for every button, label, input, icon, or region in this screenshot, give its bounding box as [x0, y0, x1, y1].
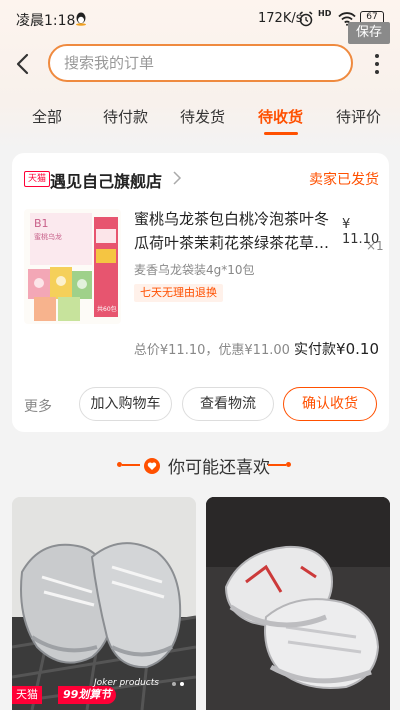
- return-policy-tag: 七天无理由退换: [134, 284, 223, 302]
- decor-dot-right: [286, 462, 291, 467]
- actual-paid-label: 实付款: [294, 342, 337, 358]
- tmall-tag: 天猫: [12, 686, 42, 704]
- decor-line-left: [122, 464, 140, 466]
- recommendations-header: 你可能还喜欢: [0, 450, 400, 480]
- total-label: 总价: [133, 343, 160, 358]
- confirm-receipt-button[interactable]: 确认收货: [283, 387, 377, 421]
- qq-penguin-icon: [76, 12, 86, 26]
- tab-all[interactable]: 全部: [32, 106, 62, 127]
- discount-label: ，优惠: [205, 343, 245, 358]
- heart-icon: [144, 458, 160, 474]
- total-value: ¥11.10: [159, 343, 206, 358]
- thumb-text: 蜜桃乌龙: [34, 232, 62, 241]
- more-actions-link[interactable]: 更多: [24, 396, 52, 416]
- recommendations-title: 你可能还喜欢: [168, 458, 270, 478]
- tab-pending-shipment[interactable]: 待发货: [180, 106, 225, 127]
- tmall-badge: 天猫: [24, 171, 50, 187]
- product-quantity: ×1: [366, 239, 384, 253]
- chevron-right-icon[interactable]: [172, 171, 182, 185]
- view-logistics-button[interactable]: 查看物流: [182, 387, 274, 421]
- pager-dot-active: [180, 682, 184, 686]
- pager-dot: [172, 682, 176, 686]
- order-search-box[interactable]: [48, 44, 353, 82]
- store-name[interactable]: 遇见自己旗舰店: [50, 168, 162, 192]
- status-bar: 凌晨1:18 172K/s HD 67: [0, 0, 400, 40]
- discount-value: ¥11.00: [244, 343, 290, 358]
- sneaker-product-image: [206, 497, 390, 710]
- order-search-input[interactable]: [50, 46, 351, 80]
- order-status: 卖家已发货: [309, 172, 379, 188]
- tab-pending-payment[interactable]: 待付款: [103, 106, 148, 127]
- hd-indicator: HD: [318, 9, 332, 18]
- network-speed: 172K/s: [258, 11, 303, 26]
- product-sku: 麦香乌龙袋装4g*10包: [134, 263, 255, 277]
- recommended-product-card[interactable]: [206, 497, 390, 710]
- recommended-product-card[interactable]: 天猫 99划算节 Joker products: [12, 497, 196, 710]
- product-title[interactable]: 蜜桃乌龙茶包白桃冷泡茶叶冬瓜荷叶茶茉莉花茶绿茶花草…: [134, 207, 334, 255]
- tab-pending-review[interactable]: 待评价: [336, 106, 381, 127]
- back-arrow-icon[interactable]: [12, 52, 34, 76]
- thumb-label: B1: [34, 217, 49, 230]
- decor-line-right: [268, 464, 286, 466]
- alarm-icon: [299, 11, 313, 27]
- thumb-badge: 共60包: [97, 305, 117, 313]
- more-vertical-icon[interactable]: [368, 52, 386, 76]
- order-summary: 总价¥11.10，优惠¥11.00 实付款¥0.10: [134, 339, 379, 359]
- promo-tag: 99划算节: [58, 686, 117, 704]
- tab-pending-receipt[interactable]: 待收货: [258, 106, 303, 127]
- actual-paid-value: ¥0.10: [336, 340, 379, 358]
- brand-watermark: Joker products: [94, 678, 159, 688]
- active-tab-indicator: [264, 132, 298, 135]
- order-status-tabs: 全部 待付款 待发货 待收货 待评价: [0, 102, 400, 136]
- add-to-cart-button[interactable]: 加入购物车: [79, 387, 172, 421]
- order-card[interactable]: 天猫 遇见自己旗舰店 卖家已发货 B1 蜜桃乌龙 共60包 蜜桃乌龙茶包白桃冷泡…: [12, 153, 389, 432]
- save-button[interactable]: 保存: [348, 22, 390, 44]
- status-time: 凌晨1:18: [16, 13, 76, 29]
- tea-package-image: B1 蜜桃乌龙 共60包: [24, 209, 121, 324]
- product-thumbnail[interactable]: B1 蜜桃乌龙 共60包: [24, 209, 121, 324]
